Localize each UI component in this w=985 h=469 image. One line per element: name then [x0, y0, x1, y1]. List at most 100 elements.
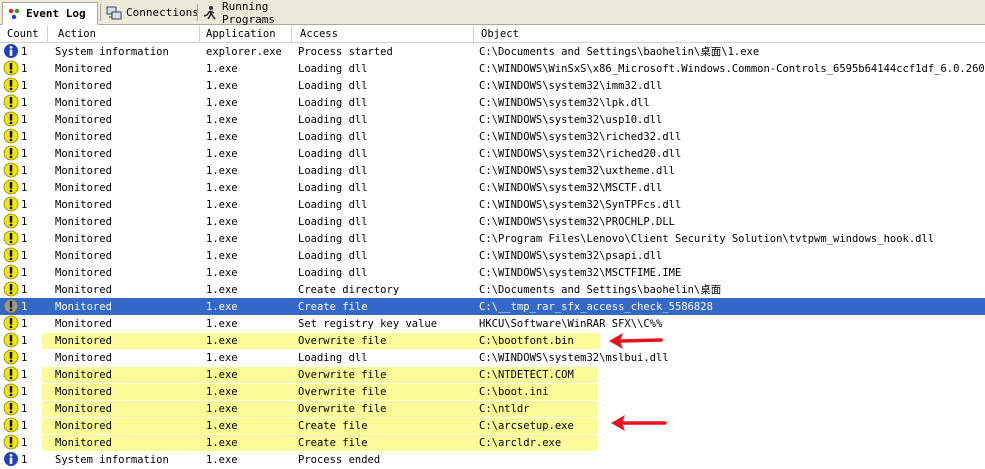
application-cell: 1.exe — [206, 301, 238, 313]
action-cell: Monitored — [55, 114, 112, 126]
access-cell: Set registry key value — [298, 318, 438, 330]
count-cell: 1 — [21, 182, 28, 194]
access-cell: Overwrite file — [298, 335, 387, 347]
table-row[interactable]: 1 System information 1.exe Process ended — [0, 451, 985, 468]
table-row[interactable]: 1 Monitored 1.exe Loading dll C:\WINDOWS\sys… — [0, 128, 985, 145]
column-header: Count Action Application Access Object — [0, 26, 985, 43]
warning-icon — [3, 145, 19, 161]
count-cell: 1 — [21, 250, 28, 262]
application-cell: 1.exe — [206, 284, 238, 296]
table-row[interactable]: 1 Monitored 1.exe Loading dll C:\WINDOWS\sys… — [0, 179, 985, 196]
column-object[interactable]: Object — [474, 26, 985, 42]
access-cell: Overwrite file — [298, 386, 387, 398]
access-cell: Create file — [298, 420, 368, 432]
action-cell: Monitored — [55, 386, 112, 398]
tab-connections-label: Connections — [126, 6, 199, 19]
warning-icon — [3, 366, 19, 382]
access-cell: Process ended — [298, 454, 381, 466]
table-row[interactable]: 1 Monitored 1.exe Create file C:\arcsetup.ex… — [0, 417, 985, 434]
application-cell: 1.exe — [206, 267, 238, 279]
action-cell: Monitored — [55, 165, 112, 177]
count-cell: 1 — [21, 318, 28, 330]
red-arrow-annotation — [611, 415, 667, 431]
application-cell: 1.exe — [206, 454, 238, 466]
table-row[interactable]: 1 Monitored 1.exe Loading dll C:\WINDOWS\sys… — [0, 349, 985, 366]
application-cell: 1.exe — [206, 80, 238, 92]
access-cell: Loading dll — [298, 199, 368, 211]
object-cell: C:\WINDOWS\system32\mslbui.dll — [479, 352, 669, 364]
action-cell: Monitored — [55, 335, 112, 347]
count-cell: 1 — [21, 420, 28, 432]
table-row[interactable]: 1 Monitored 1.exe Loading dll C:\WINDOWS\sys… — [0, 94, 985, 111]
warning-icon — [3, 94, 19, 110]
table-row[interactable]: 1 Monitored 1.exe Create file C:\arcldr.exe — [0, 434, 985, 451]
action-cell: Monitored — [55, 148, 112, 160]
column-application[interactable]: Application — [200, 26, 292, 42]
table-row[interactable]: 1 Monitored 1.exe Loading dll C:\Program Fil… — [0, 230, 985, 247]
table-row[interactable]: 1 Monitored 1.exe Overwrite file C:\NTDETECT… — [0, 366, 985, 383]
warning-icon — [3, 315, 19, 331]
table-row[interactable]: 1 Monitored 1.exe Loading dll C:\WINDOWS\sys… — [0, 213, 985, 230]
column-action[interactable]: Action — [48, 26, 200, 42]
object-cell: C:\__tmp_rar_sfx_access_check_5586828 — [479, 301, 713, 313]
table-row[interactable]: 1 Monitored 1.exe Overwrite file C:\boot.ini — [0, 383, 985, 400]
table-row[interactable]: 1 Monitored 1.exe Loading dll C:\WINDOWS\Win… — [0, 60, 985, 77]
tab-event-log[interactable]: Event Log — [2, 2, 98, 25]
warning-gray-icon — [3, 298, 19, 314]
count-cell: 1 — [21, 437, 28, 449]
table-row[interactable]: 1 Monitored 1.exe Overwrite file C:\bootfont… — [0, 332, 985, 349]
application-cell: 1.exe — [206, 369, 238, 381]
access-cell: Loading dll — [298, 182, 368, 194]
count-cell: 1 — [21, 335, 28, 347]
action-cell: Monitored — [55, 233, 112, 245]
warning-icon — [3, 400, 19, 416]
table-row[interactable]: 1 Monitored 1.exe Loading dll C:\WINDOWS\sys… — [0, 264, 985, 281]
access-cell: Process started — [298, 46, 393, 58]
count-cell: 1 — [21, 97, 28, 109]
access-cell: Loading dll — [298, 80, 368, 92]
action-cell: System information — [55, 454, 169, 466]
access-cell: Loading dll — [298, 114, 368, 126]
application-cell: 1.exe — [206, 403, 238, 415]
object-cell: C:\Documents and Settings\baohelin\桌面 — [479, 284, 722, 296]
action-cell: Monitored — [55, 352, 112, 364]
action-cell: Monitored — [55, 267, 112, 279]
warning-icon — [3, 281, 19, 297]
table-row[interactable]: 1 Monitored 1.exe Overwrite file C:\ntldr — [0, 400, 985, 417]
action-cell: Monitored — [55, 63, 112, 75]
object-cell: C:\arcsetup.exe — [479, 420, 574, 432]
running-programs-icon — [203, 5, 216, 19]
table-row[interactable]: 1 Monitored 1.exe Loading dll C:\WINDOWS\sys… — [0, 145, 985, 162]
table-row[interactable]: 1 Monitored 1.exe Loading dll C:\WINDOWS\sys… — [0, 247, 985, 264]
column-access[interactable]: Access — [292, 26, 474, 42]
tab-running-programs[interactable]: Running Programs — [199, 0, 324, 26]
access-cell: Loading dll — [298, 63, 368, 75]
count-cell: 1 — [21, 165, 28, 177]
application-cell: 1.exe — [206, 250, 238, 262]
table-row[interactable]: 1 Monitored 1.exe Set registry key value HKC… — [0, 315, 985, 332]
table-row[interactable]: 1 Monitored 1.exe Loading dll C:\WINDOWS\sys… — [0, 196, 985, 213]
count-cell: 1 — [21, 233, 28, 245]
object-cell: C:\arcldr.exe — [479, 437, 562, 449]
object-cell: C:\Program Files\Lenovo\Client Security … — [479, 233, 935, 245]
table-row[interactable]: 1 Monitored 1.exe Loading dll C:\WINDOWS\sys… — [0, 111, 985, 128]
object-cell — [479, 451, 985, 468]
column-count[interactable]: Count — [0, 26, 48, 42]
warning-icon — [3, 264, 19, 280]
action-cell: Monitored — [55, 199, 112, 211]
warning-icon — [3, 213, 19, 229]
application-cell: 1.exe — [206, 352, 238, 364]
warning-icon — [3, 77, 19, 93]
warning-icon — [3, 383, 19, 399]
tab-divider — [100, 4, 101, 21]
table-row[interactable]: 1 Monitored 1.exe Loading dll C:\WINDOWS\sys… — [0, 162, 985, 179]
application-cell: 1.exe — [206, 318, 238, 330]
action-cell: Monitored — [55, 216, 112, 228]
table-row[interactable]: 1 System information explorer.exe Process s… — [0, 43, 985, 60]
access-cell: Loading dll — [298, 250, 368, 262]
tab-connections[interactable]: Connections — [103, 2, 199, 23]
object-cell: C:\boot.ini — [479, 386, 549, 398]
table-row[interactable]: 1 Monitored 1.exe Create directory C:\Docume… — [0, 281, 985, 298]
table-row[interactable]: 1 Monitored 1.exe Create file C:\__tmp_rar_s… — [0, 298, 985, 315]
table-row[interactable]: 1 Monitored 1.exe Loading dll C:\WINDOWS\sys… — [0, 77, 985, 94]
